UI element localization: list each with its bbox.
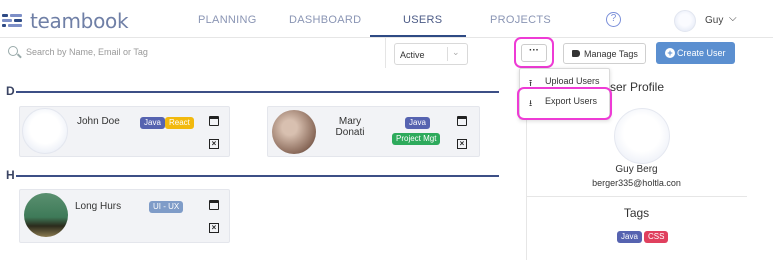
toolbar-divider bbox=[385, 38, 386, 68]
nav-planning[interactable]: PLANNING bbox=[198, 14, 257, 26]
logo-icon[interactable] bbox=[2, 14, 26, 30]
group-letter: D bbox=[6, 84, 15, 98]
tag-badge: Java bbox=[617, 231, 642, 243]
profile-email: berger335@holtla.con bbox=[592, 178, 681, 188]
status-select[interactable]: Active ⌄ bbox=[394, 43, 468, 65]
nav-dashboard[interactable]: DASHBOARD bbox=[289, 14, 361, 26]
status-select-value: Active bbox=[400, 50, 425, 60]
panel-divider bbox=[527, 196, 747, 197]
tags-section-title: Tags bbox=[623, 206, 650, 220]
group-letter: H bbox=[6, 168, 15, 182]
manage-tags-label: Manage Tags bbox=[584, 49, 638, 59]
highlight-export-users bbox=[517, 87, 612, 120]
avatar bbox=[614, 108, 670, 164]
user-last-name: Donati bbox=[335, 127, 365, 138]
tag-badge: Project Mgt bbox=[392, 133, 441, 145]
app-logo-text[interactable]: teambook bbox=[30, 9, 129, 33]
tag-badge: Java bbox=[405, 117, 430, 129]
highlight-more-button bbox=[514, 37, 554, 68]
calendar-icon[interactable] bbox=[209, 200, 219, 210]
calendar-icon[interactable] bbox=[209, 116, 219, 126]
group-divider bbox=[16, 91, 499, 93]
close-icon[interactable]: × bbox=[209, 139, 219, 149]
search-icon bbox=[8, 46, 18, 56]
calendar-icon[interactable] bbox=[457, 116, 467, 126]
help-icon[interactable]: ? bbox=[606, 12, 621, 27]
chevron-down-icon[interactable]: ⌵ bbox=[729, 13, 737, 24]
chevron-down-icon: ⌄ bbox=[452, 47, 460, 57]
tag-badge: React bbox=[165, 117, 194, 129]
group-divider bbox=[16, 175, 499, 177]
nav-active-indicator bbox=[370, 35, 466, 37]
avatar[interactable] bbox=[24, 193, 68, 237]
nav-users[interactable]: USERS bbox=[403, 14, 442, 26]
create-user-label: Create User bbox=[677, 48, 726, 58]
manage-tags-button[interactable]: Manage Tags bbox=[563, 43, 646, 64]
current-user-name[interactable]: Guy bbox=[705, 15, 723, 26]
search-input[interactable] bbox=[26, 42, 356, 62]
create-user-button[interactable]: + Create User bbox=[656, 42, 735, 64]
user-name[interactable]: Mary Donati bbox=[332, 116, 368, 138]
close-icon[interactable]: × bbox=[457, 139, 467, 149]
tag-badge: Java bbox=[140, 117, 165, 129]
profile-name: Guy Berg bbox=[615, 164, 658, 175]
avatar[interactable] bbox=[674, 10, 696, 32]
avatar[interactable] bbox=[22, 108, 68, 154]
close-icon[interactable]: × bbox=[209, 223, 219, 233]
plus-circle-icon: + bbox=[665, 48, 675, 58]
menu-item-label: Upload Users bbox=[545, 76, 600, 86]
tag-badge: CSS bbox=[644, 231, 669, 243]
user-first-name: Mary bbox=[338, 116, 362, 127]
nav-projects[interactable]: PROJECTS bbox=[490, 14, 551, 26]
avatar[interactable] bbox=[272, 110, 316, 154]
panel-title: ser Profile bbox=[610, 80, 665, 94]
tag-icon bbox=[572, 50, 580, 57]
user-name[interactable]: Long Hurs bbox=[75, 201, 121, 212]
tag-badge: UI - UX bbox=[149, 201, 184, 213]
user-name[interactable]: John Doe bbox=[77, 116, 120, 127]
select-divider bbox=[447, 47, 448, 61]
